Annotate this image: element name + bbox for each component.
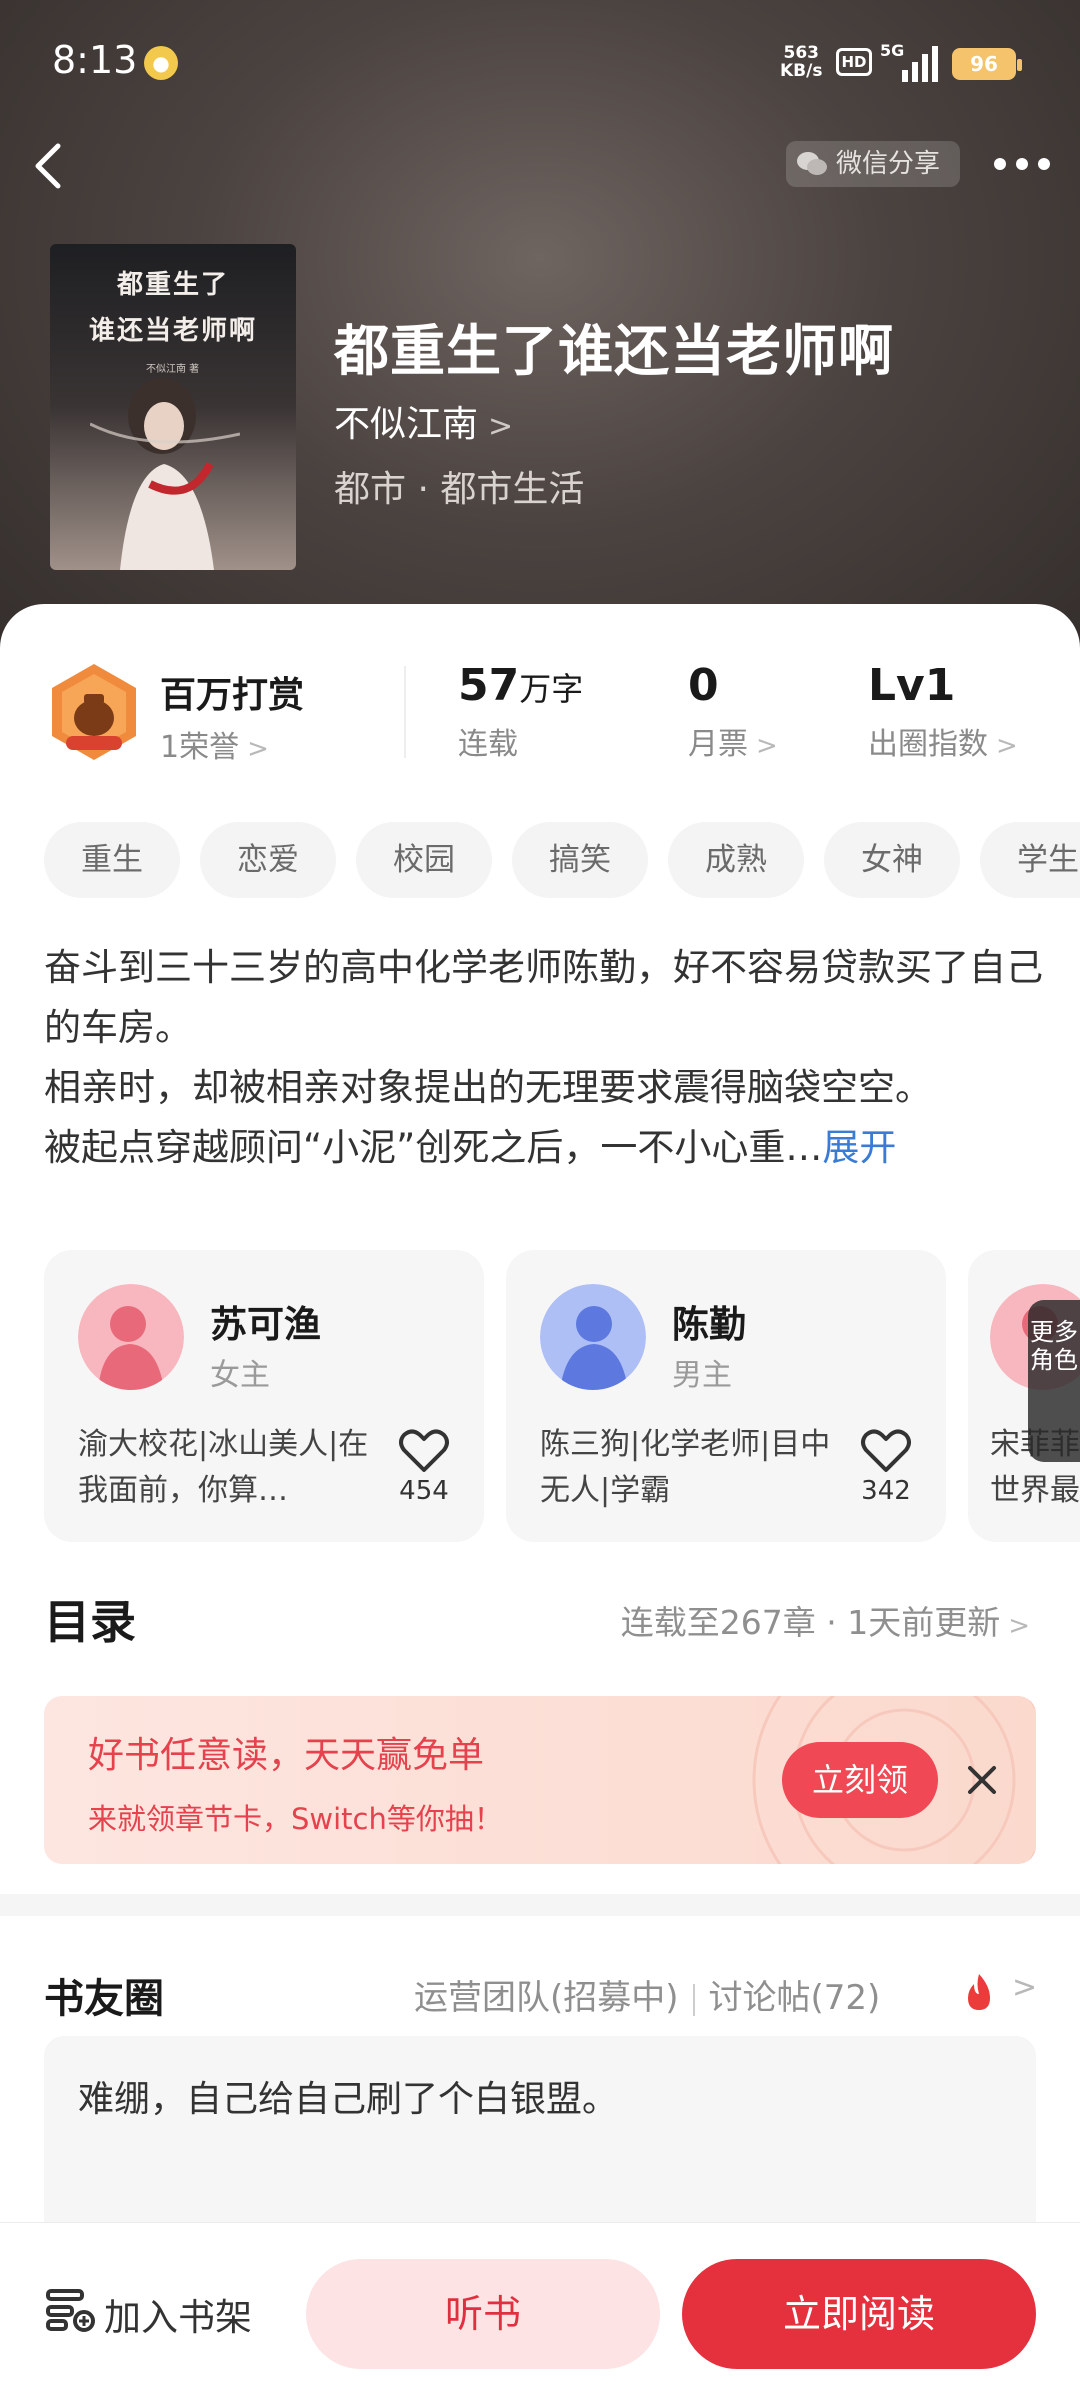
promo-subtitle: 来就领章节卡，Switch等你抽！ <box>88 1802 503 1836</box>
bottom-action-bar: 加入书架 听书 立即阅读 <box>0 2222 1080 2400</box>
wechat-share-button[interactable]: 微信分享 <box>786 141 960 187</box>
read-now-button[interactable]: 立即阅读 <box>682 2259 1036 2369</box>
chevron-right-icon: > <box>1008 1611 1030 1641</box>
cover-illustration <box>90 378 240 570</box>
author-name: 不似江南 <box>334 404 479 445</box>
toc-link[interactable]: 连载至267章 · 1天前更新 > <box>621 1596 1030 1644</box>
section-separator <box>0 1894 1080 1916</box>
promo-banner[interactable]: 好书任意读，天天赢免单 来就领章节卡，Switch等你抽！ 立刻领 <box>44 1696 1036 1864</box>
lower-sections: 目录 连载至267章 · 1天前更新 > 好书任意读，天天赢免单 来就领章节卡，S… <box>0 604 1080 2236</box>
close-icon[interactable] <box>962 1760 1002 1800</box>
cover-title-line1: 都重生了 <box>116 270 229 300</box>
net-speed-unit: KB/s <box>780 61 823 81</box>
share-label: 微信分享 <box>836 149 941 179</box>
more-options-icon[interactable] <box>990 150 1054 178</box>
svg-text:5G: 5G <box>880 41 904 60</box>
fire-icon <box>968 1974 990 2010</box>
bookshelf-add-icon <box>46 2289 95 2332</box>
add-to-shelf-label: 加入书架 <box>104 2296 252 2339</box>
notification-icon: ● <box>144 46 178 80</box>
wechat-icon <box>797 152 827 175</box>
listen-button[interactable]: 听书 <box>306 2259 660 2369</box>
chevron-right-icon[interactable]: > <box>1012 1970 1037 2005</box>
cover-title-line2: 谁还当老师啊 <box>88 316 257 346</box>
book-club-links: 运营团队(招募中) 讨论帖(72) <box>414 1970 880 2019</box>
back-arrow-icon[interactable] <box>24 130 84 200</box>
network-speed: 563 KB/s <box>780 44 822 80</box>
chevron-right-icon: > <box>488 409 514 444</box>
book-category: 都市 · 都市生活 <box>334 469 585 510</box>
promo-title: 好书任意读，天天赢免单 <box>88 1735 485 1776</box>
signal-icon: 5G <box>880 41 938 82</box>
author-link[interactable]: 不似江南 > <box>334 395 513 447</box>
link-divider <box>692 1983 695 2016</box>
book-cover[interactable]: 都重生了 谁还当老师啊 不似江南 著 <box>50 244 296 570</box>
book-club-title: 书友圈 <box>44 1976 164 2022</box>
discussion-posts-link[interactable]: 讨论帖(72) <box>709 1978 881 2018</box>
battery-icon: 96 <box>952 48 1022 80</box>
claim-button[interactable]: 立刻领 <box>782 1742 938 1818</box>
operations-team-link[interactable]: 运营团队(招募中) <box>414 1978 679 2018</box>
hd-icon: HD <box>836 48 872 76</box>
status-bar: 8:13 ● 563 KB/s HD 5G 96 <box>0 0 1080 128</box>
toc-info: 连载至267章 · 1天前更新 <box>620 1603 1001 1642</box>
toc-title: 目录 <box>44 1595 136 1649</box>
post-preview[interactable]: 难绷，自己给自己刷了个白银盟。 <box>44 2036 1036 2236</box>
status-time: 8:13 <box>52 38 138 82</box>
net-speed-value: 563 <box>783 43 819 63</box>
book-title: 都重生了谁还当老师啊 <box>334 319 895 383</box>
post-text: 难绷，自己给自己刷了个白银盟。 <box>78 2079 619 2120</box>
